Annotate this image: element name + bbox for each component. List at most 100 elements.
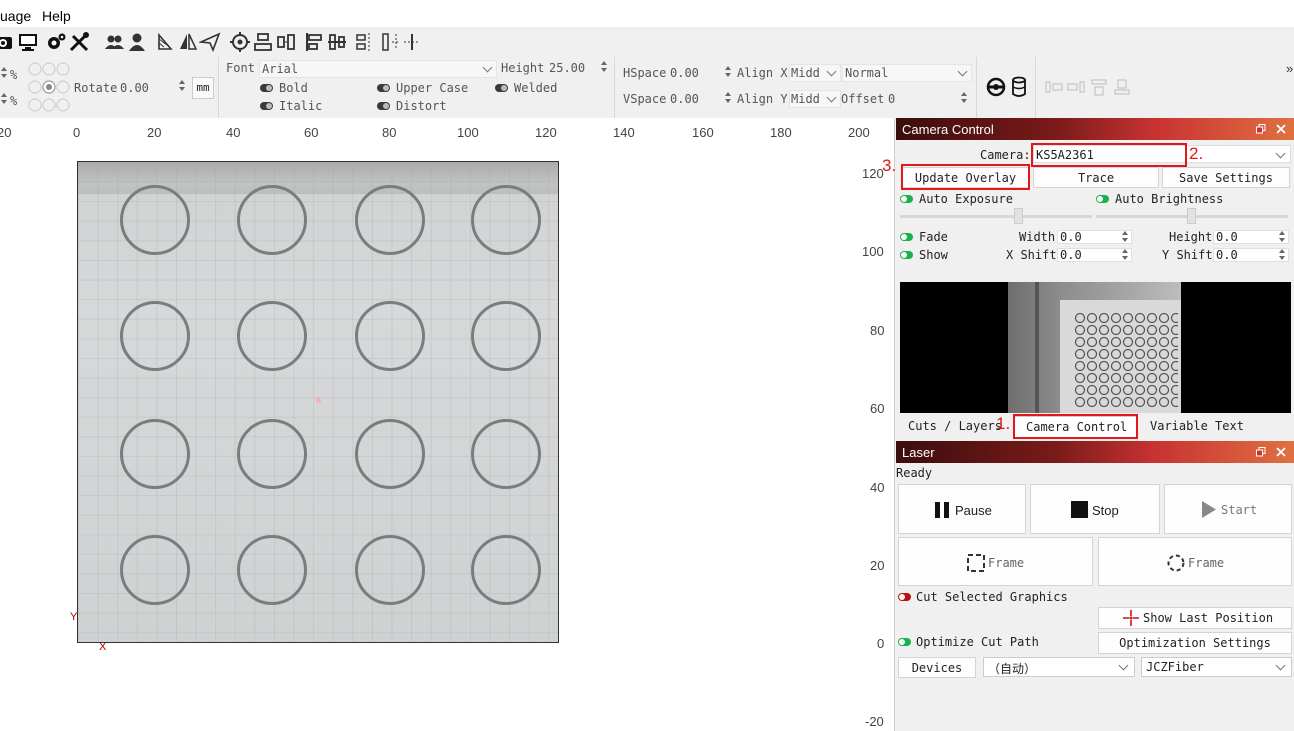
cut-selected-toggle[interactable]: [898, 593, 911, 601]
exposure-slider-handle[interactable]: [1014, 208, 1023, 224]
align-y-select[interactable]: Midd: [789, 90, 841, 108]
brightness-slider-handle[interactable]: [1187, 208, 1196, 224]
offset-spinner[interactable]: [960, 91, 968, 105]
auto-exposure-toggle[interactable]: [900, 195, 913, 203]
hspace-spinner[interactable]: [724, 65, 732, 79]
target-icon[interactable]: [229, 31, 251, 53]
tools-icon[interactable]: [68, 31, 90, 53]
pause-button[interactable]: Pause: [898, 484, 1026, 534]
restore-icon[interactable]: [1256, 124, 1266, 134]
anchor-grid[interactable]: [27, 61, 71, 115]
dock-bottom-icon[interactable]: [1112, 78, 1132, 96]
tab-variable-text[interactable]: Variable Text: [1150, 419, 1244, 433]
device-select[interactable]: JCZFiber: [1141, 657, 1292, 677]
auto-brightness-toggle[interactable]: [1096, 195, 1109, 203]
overflow-button[interactable]: »: [1286, 61, 1293, 76]
user-icon[interactable]: [126, 31, 148, 53]
chevron-down-icon: [1275, 148, 1286, 159]
optimization-settings-button[interactable]: Optimization Settings: [1098, 632, 1292, 654]
upper-case-toggle[interactable]: [377, 84, 390, 92]
offset-input[interactable]: 0: [888, 92, 895, 106]
menu-help[interactable]: Help: [42, 8, 71, 24]
show-toggle[interactable]: [900, 251, 913, 259]
align-middle-icon[interactable]: [326, 31, 348, 53]
italic-toggle[interactable]: [260, 102, 273, 110]
exposure-slider-track[interactable]: [900, 215, 1092, 218]
welded-toggle[interactable]: [495, 84, 508, 92]
scale-y-spinner[interactable]: [0, 92, 8, 106]
overlay-circle: [120, 419, 190, 489]
mirror-vertical-icon[interactable]: [177, 31, 199, 53]
camera-feed-rail: [1035, 282, 1039, 413]
align-left-icon[interactable]: [303, 31, 325, 53]
dock-top-icon[interactable]: [1089, 78, 1109, 96]
vspace-input[interactable]: 0.00: [670, 92, 699, 106]
optimize-cut-path-label: Optimize Cut Path: [916, 635, 1039, 649]
send-icon[interactable]: [199, 31, 221, 53]
mirror-horizontal-icon[interactable]: [155, 31, 177, 53]
dock-left-icon[interactable]: [1044, 78, 1064, 96]
spacing-icon[interactable]: [401, 31, 423, 53]
close-icon[interactable]: [1276, 124, 1286, 134]
mode-select[interactable]: Normal: [842, 64, 972, 82]
gear-icon[interactable]: [45, 31, 67, 53]
chevron-down-icon: [957, 66, 968, 77]
unit-button[interactable]: mm: [192, 77, 214, 99]
yshift-spinner[interactable]: [1278, 248, 1286, 262]
camera-overlay-image[interactable]: [77, 161, 559, 643]
height-input[interactable]: 25.00: [549, 61, 585, 75]
start-button[interactable]: Start: [1164, 484, 1292, 534]
camera-panel-title: Camera Control: [896, 118, 1294, 140]
restore-icon[interactable]: [1256, 447, 1266, 457]
show-last-position-label: Show Last Position: [1143, 611, 1274, 625]
chevron-down-icon: [826, 66, 837, 77]
monitor-icon[interactable]: [17, 31, 39, 53]
font-label: Font: [226, 61, 255, 75]
align-x-select[interactable]: Midd: [789, 64, 841, 82]
align-center-icon[interactable]: [252, 31, 274, 53]
link-icon[interactable]: [985, 76, 1007, 98]
camera-preview: [900, 282, 1291, 413]
frame-rect-icon: [967, 554, 985, 572]
menu-language[interactable]: uage: [0, 8, 31, 24]
dist-h-icon[interactable]: [355, 31, 379, 53]
bold-toggle[interactable]: [260, 84, 273, 92]
frame-rect-button[interactable]: Frame: [898, 537, 1093, 586]
xshift-spinner[interactable]: [1121, 248, 1129, 262]
distort-toggle[interactable]: [377, 102, 390, 110]
scale-x-spinner[interactable]: [0, 66, 8, 80]
close-icon[interactable]: [1276, 447, 1286, 457]
font-value: Arial: [262, 62, 299, 76]
frame-circle-button[interactable]: Frame: [1098, 537, 1292, 586]
save-settings-button[interactable]: Save Settings: [1162, 167, 1290, 188]
stop-button[interactable]: Stop: [1030, 484, 1160, 534]
auto-brightness-label: Auto Brightness: [1115, 192, 1224, 206]
show-last-position-button[interactable]: Show Last Position: [1098, 607, 1292, 629]
fade-toggle[interactable]: [900, 233, 913, 241]
x-ruler-label: 60: [304, 125, 319, 140]
mode-select[interactable]: （自动）: [983, 657, 1135, 677]
bold-label: Bold: [279, 81, 308, 95]
vspace-spinner[interactable]: [724, 91, 732, 105]
devices-button[interactable]: Devices: [898, 657, 976, 678]
frame-rect-label: Frame: [988, 556, 1025, 570]
hspace-input[interactable]: 0.00: [670, 66, 699, 80]
trace-button[interactable]: Trace: [1033, 167, 1159, 188]
height-spinner[interactable]: [1278, 230, 1286, 244]
camera-icon[interactable]: [0, 31, 14, 53]
xshift-label: X Shift: [1006, 248, 1057, 262]
overlay-circle: [355, 535, 425, 605]
height-spinner[interactable]: [600, 60, 608, 74]
y-ruler-label: 120: [862, 166, 884, 181]
optimize-cut-path-toggle[interactable]: [898, 638, 911, 646]
distribute-icon[interactable]: [275, 31, 297, 53]
rotate-input[interactable]: 0.00: [120, 81, 149, 95]
font-select[interactable]: Arial: [259, 60, 497, 78]
width-spinner[interactable]: [1121, 230, 1129, 244]
database-icon[interactable]: [1011, 76, 1027, 98]
dist-v-icon[interactable]: [380, 31, 402, 53]
rotate-spinner[interactable]: [178, 79, 186, 93]
users-icon[interactable]: [103, 31, 125, 53]
dock-right-icon[interactable]: [1066, 78, 1086, 96]
tab-cuts-layers[interactable]: Cuts / Layers: [908, 419, 1002, 433]
